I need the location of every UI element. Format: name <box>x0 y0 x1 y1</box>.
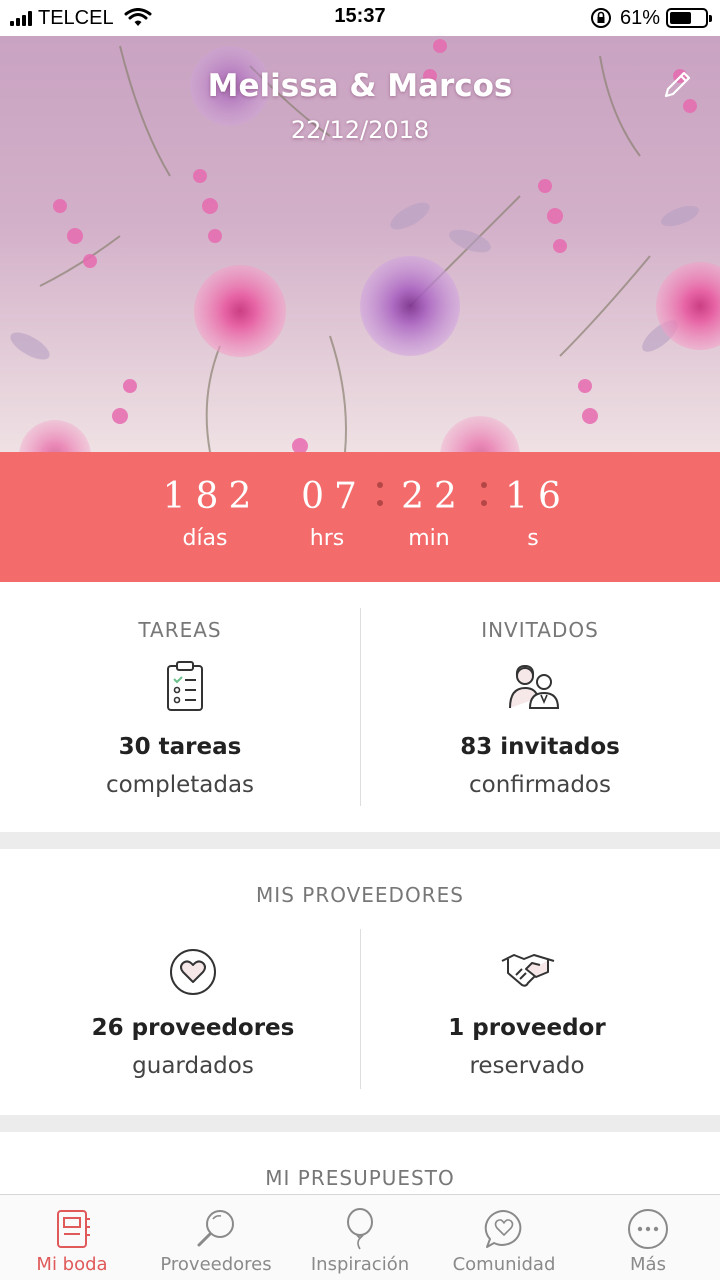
vendors-title: MIS PROVEEDORES <box>256 883 464 907</box>
heart-circle-icon <box>170 949 216 995</box>
tab-mi-boda[interactable]: Mi boda <box>0 1195 144 1280</box>
booked-vendors-count: 1 proveedor <box>448 1015 606 1041</box>
more-dots-icon <box>628 1209 668 1249</box>
guests-count: 83 invitados <box>460 734 620 760</box>
minutes-label: min <box>408 526 450 551</box>
tasks-count: 30 tareas <box>118 734 242 760</box>
tab-label: Proveedores <box>160 1254 272 1275</box>
countdown-separator <box>376 482 384 518</box>
booked-vendors-status: reservado <box>469 1053 585 1079</box>
tab-label: Comunidad <box>452 1254 556 1275</box>
status-bar: TELCEL 15:37 61% <box>0 0 720 36</box>
guests-title: INVITADOS <box>481 618 599 642</box>
budget-title: MI PRESUPUESTO <box>265 1166 455 1190</box>
hero-banner: Melissa & Marcos 22/12/2018 <box>0 36 720 452</box>
booked-vendors-panel[interactable]: 1 proveedor reservado <box>360 929 720 1099</box>
tasks-panel[interactable]: TAREAS 30 tareas completadas <box>0 582 360 832</box>
countdown-days: 182 <box>162 476 262 517</box>
chat-heart-icon <box>484 1209 522 1248</box>
tasks-title: TAREAS <box>138 618 222 642</box>
tab-comunidad[interactable]: Comunidad <box>432 1195 576 1280</box>
countdown-separator <box>480 482 488 518</box>
days-label: días <box>182 526 228 551</box>
battery-icon <box>666 8 712 28</box>
tab-mas[interactable]: Más <box>576 1195 720 1280</box>
pencil-icon[interactable] <box>660 68 694 102</box>
notebook-icon <box>57 1210 90 1248</box>
saved-vendors-panel[interactable]: 26 proveedores guardados <box>0 929 360 1099</box>
tab-inspiracion[interactable]: Inspiración <box>288 1195 432 1280</box>
rotation-lock-icon <box>590 8 611 28</box>
clipboard-checklist-icon <box>167 661 203 711</box>
battery-percent: 61% <box>619 6 660 29</box>
hours-label: hrs <box>309 526 345 551</box>
countdown-hours: 07 <box>301 476 367 517</box>
magnifier-icon <box>197 1210 234 1247</box>
countdown-seconds: 16 <box>505 476 571 517</box>
couple-name: Melissa & Marcos <box>207 68 513 104</box>
tab-label: Mi boda <box>36 1254 108 1275</box>
couple-guests-icon <box>509 664 560 709</box>
vendors-card: MIS PROVEEDORES 26 proveedores guardados… <box>0 849 720 1115</box>
tab-label: Más <box>630 1254 666 1275</box>
balloon-icon <box>347 1208 373 1250</box>
saved-vendors-status: guardados <box>132 1053 254 1079</box>
countdown-minutes: 22 <box>401 476 467 517</box>
tasks-status: completadas <box>105 772 255 798</box>
countdown-banner: 182 07 22 16 días hrs min s <box>0 452 720 582</box>
tasks-guests-card: TAREAS 30 tareas completadas INVITADOS 8… <box>0 582 720 832</box>
saved-vendors-count: 26 proveedores <box>91 1015 295 1041</box>
seconds-label: s <box>527 526 539 551</box>
handshake-icon <box>501 954 555 987</box>
guests-status: confirmados <box>469 772 611 798</box>
tab-bar: Mi boda Proveedores Inspiración Comunida… <box>0 1194 720 1280</box>
guests-panel[interactable]: INVITADOS 83 invitados confirmados <box>360 582 720 832</box>
wedding-date: 22/12/2018 <box>290 116 430 144</box>
tab-label: Inspiración <box>310 1254 410 1275</box>
tab-proveedores[interactable]: Proveedores <box>144 1195 288 1280</box>
